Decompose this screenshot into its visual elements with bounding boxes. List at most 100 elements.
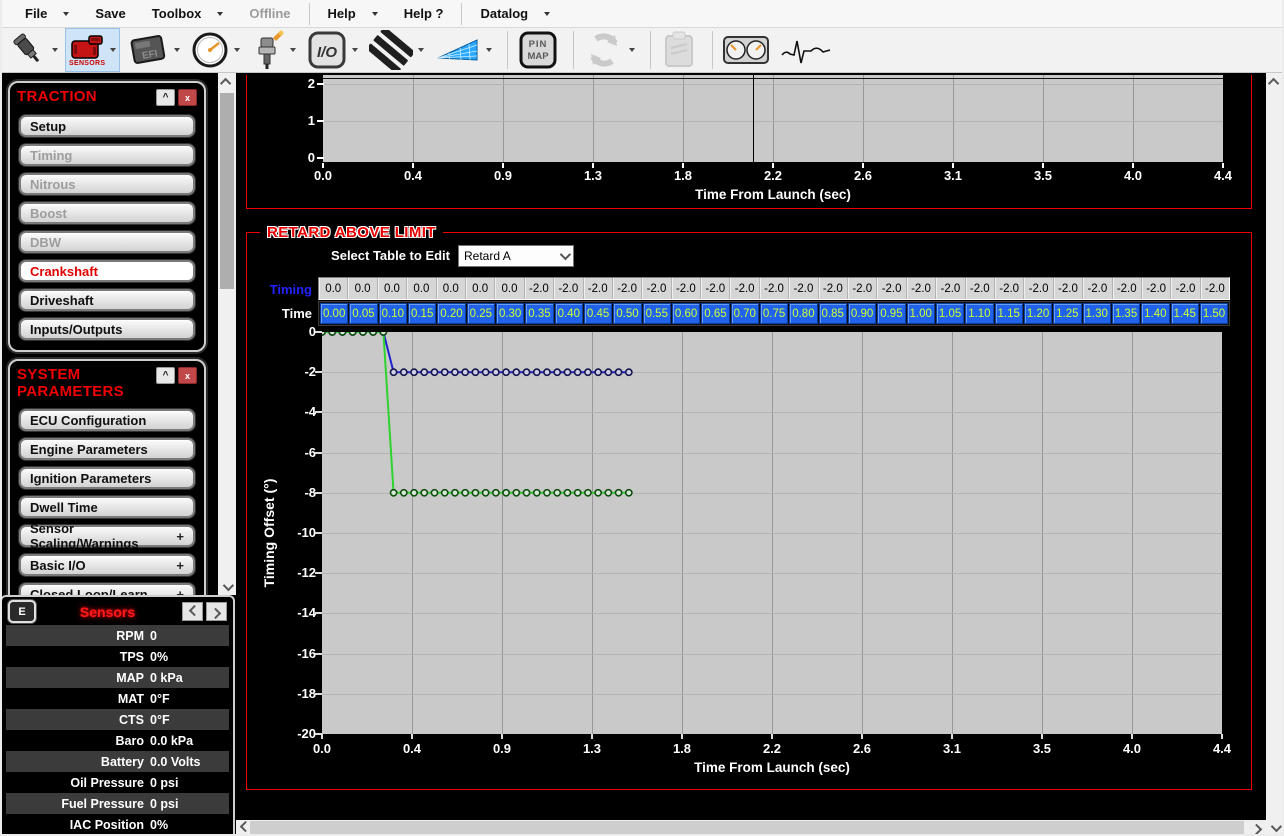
data-point[interactable]: [534, 369, 540, 375]
time-cell[interactable]: 0.60: [672, 303, 700, 324]
stripes-icon[interactable]: [369, 30, 413, 70]
traction-button-crankshaft[interactable]: Crankshaft: [19, 260, 195, 282]
data-point[interactable]: [615, 369, 621, 375]
time-cell[interactable]: 0.45: [584, 303, 612, 324]
data-point[interactable]: [595, 490, 601, 496]
time-cell[interactable]: 0.65: [701, 303, 729, 324]
time-cell[interactable]: 0.80: [789, 303, 817, 324]
retard-chart-series[interactable]: [322, 332, 1222, 734]
timing-cell[interactable]: -2.0: [966, 278, 995, 299]
sensors-prev-button[interactable]: [182, 602, 203, 621]
system-button-ignition-parameters[interactable]: Ignition Parameters: [19, 467, 195, 489]
data-point[interactable]: [401, 369, 407, 375]
data-point[interactable]: [554, 369, 560, 375]
timing-cell[interactable]: -2.0: [1024, 278, 1053, 299]
dropdown-arrow-icon[interactable]: [52, 48, 58, 52]
data-point[interactable]: [442, 369, 448, 375]
time-cell[interactable]: 0.30: [496, 303, 524, 324]
system-button-engine-parameters[interactable]: Engine Parameters: [19, 438, 195, 460]
timing-cell[interactable]: -2.0: [701, 278, 730, 299]
data-point[interactable]: [431, 490, 437, 496]
time-cell[interactable]: 0.35: [525, 303, 553, 324]
data-point[interactable]: [411, 490, 417, 496]
sensors-ecu-icon[interactable]: [70, 34, 104, 60]
time-cell[interactable]: 0.85: [819, 303, 847, 324]
data-point[interactable]: [513, 369, 519, 375]
dropdown-arrow-icon[interactable]: [290, 48, 296, 52]
dropdown-arrow-icon[interactable]: [486, 48, 492, 52]
data-point[interactable]: [575, 369, 581, 375]
time-cell[interactable]: 1.35: [1112, 303, 1140, 324]
data-point[interactable]: [322, 332, 325, 335]
data-point[interactable]: [329, 332, 335, 335]
time-cell[interactable]: 0.50: [613, 303, 641, 324]
timing-cell[interactable]: -2.0: [760, 278, 789, 299]
horizontal-scrollbar[interactable]: [236, 820, 1266, 836]
data-point[interactable]: [575, 490, 581, 496]
spark-plug-icon[interactable]: [251, 30, 285, 70]
collapse-button[interactable]: ^: [156, 367, 175, 384]
menu-toolbox[interactable]: Toolbox: [139, 0, 237, 27]
timing-cell[interactable]: 0.0: [348, 278, 377, 299]
close-button[interactable]: x: [178, 367, 197, 384]
fuel-injector-icon[interactable]: [9, 31, 47, 69]
data-point[interactable]: [605, 490, 611, 496]
retard-chart-plot[interactable]: [322, 332, 1222, 734]
data-point[interactable]: [585, 490, 591, 496]
timing-cell[interactable]: 0.0: [466, 278, 495, 299]
time-cell[interactable]: 0.75: [760, 303, 788, 324]
scroll-right-button[interactable]: [1250, 820, 1266, 836]
scroll-up-button[interactable]: [218, 73, 236, 90]
timing-cell[interactable]: -2.0: [995, 278, 1024, 299]
data-point[interactable]: [615, 490, 621, 496]
time-cell[interactable]: 0.20: [437, 303, 465, 324]
system-button-basic-i-o[interactable]: Basic I/O+: [19, 554, 195, 576]
data-point[interactable]: [554, 490, 560, 496]
dropdown-arrow-icon[interactable]: [352, 48, 358, 52]
timing-cell[interactable]: -2.0: [1113, 278, 1142, 299]
data-point[interactable]: [390, 369, 396, 375]
time-cell[interactable]: 1.40: [1141, 303, 1169, 324]
data-point[interactable]: [493, 369, 499, 375]
sidebar-scrollbar[interactable]: [218, 73, 236, 595]
data-point[interactable]: [564, 369, 570, 375]
data-point[interactable]: [421, 369, 427, 375]
system-button-dwell-time[interactable]: Dwell Time: [19, 496, 195, 518]
timing-cell[interactable]: -2.0: [907, 278, 936, 299]
timing-cell[interactable]: -2.0: [1054, 278, 1083, 299]
time-cell[interactable]: 0.70: [731, 303, 759, 324]
time-cell[interactable]: 0.10: [379, 303, 407, 324]
data-point[interactable]: [493, 490, 499, 496]
data-point[interactable]: [380, 332, 386, 335]
data-point[interactable]: [401, 490, 407, 496]
data-point[interactable]: [370, 332, 376, 335]
data-point[interactable]: [350, 332, 356, 335]
menu-file[interactable]: File: [12, 0, 82, 27]
traction-button-setup[interactable]: Setup: [19, 115, 195, 137]
data-point[interactable]: [544, 490, 550, 496]
menu-datalog[interactable]: Datalog: [467, 0, 563, 27]
dual-gauges-icon[interactable]: [723, 36, 769, 64]
timing-cell[interactable]: -2.0: [1171, 278, 1200, 299]
data-point[interactable]: [544, 369, 550, 375]
timing-cell[interactable]: 0.0: [319, 278, 348, 299]
time-cell[interactable]: 1.50: [1200, 303, 1228, 324]
clipboard-icon[interactable]: [661, 30, 697, 70]
timing-cell[interactable]: -2.0: [613, 278, 642, 299]
collapse-button[interactable]: ^: [156, 89, 175, 106]
data-point[interactable]: [462, 369, 468, 375]
efi-box-icon[interactable]: EFI: [127, 32, 169, 68]
pin-map-icon[interactable]: PINMAP: [518, 30, 558, 70]
data-point[interactable]: [626, 490, 632, 496]
data-point[interactable]: [483, 369, 489, 375]
timing-cell[interactable]: -2.0: [525, 278, 554, 299]
time-cell[interactable]: 1.45: [1171, 303, 1199, 324]
timing-cell[interactable]: -2.0: [672, 278, 701, 299]
data-point[interactable]: [421, 490, 427, 496]
time-cell[interactable]: 1.15: [995, 303, 1023, 324]
data-point[interactable]: [564, 490, 570, 496]
data-point[interactable]: [452, 369, 458, 375]
time-cell[interactable]: 1.05: [936, 303, 964, 324]
timing-cell[interactable]: -2.0: [642, 278, 671, 299]
scroll-down-button[interactable]: [218, 578, 236, 595]
